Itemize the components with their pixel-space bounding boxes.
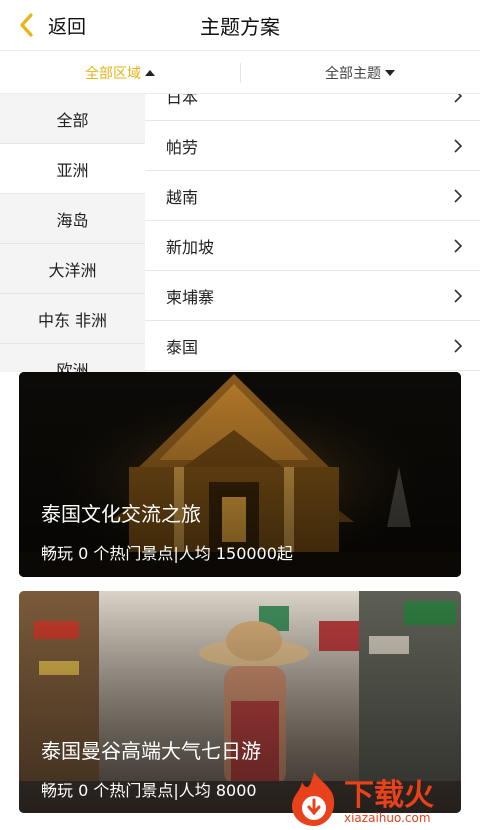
country-item[interactable]: 帕劳 (145, 121, 480, 171)
card-title: 泰国文化交流之旅 (41, 502, 201, 526)
region-item[interactable]: 海岛 (0, 194, 145, 244)
chevron-right-icon (454, 139, 462, 153)
chevron-right-icon (454, 339, 462, 353)
region-item[interactable]: 欧洲 (0, 344, 145, 373)
flame-logo-icon (292, 772, 335, 826)
caret-up-icon (145, 70, 155, 76)
filter-bar: 全部区域 全部主题 (0, 50, 480, 94)
filter-area-label: 全部区域 (85, 66, 141, 82)
country-label: 新加坡 (166, 237, 215, 257)
country-label: 越南 (166, 187, 199, 207)
chevron-right-icon (454, 94, 462, 103)
watermark-text: 下载火 (344, 778, 434, 813)
region-dropdown: 全部 亚洲 海岛 大洋洲 中东 非洲 欧洲 日本 帕劳 越南 新加坡 柬埔寨 泰… (0, 94, 480, 372)
watermark: 下载火 xiazaihuo.com (284, 766, 480, 830)
country-list[interactable]: 日本 帕劳 越南 新加坡 柬埔寨 泰国 (145, 94, 480, 371)
chevron-right-icon (454, 289, 462, 303)
card-subtitle: 畅玩 0 个热门景点|人均 150000起 (41, 544, 293, 563)
chevron-right-icon (454, 189, 462, 203)
country-label: 日本 (166, 94, 199, 107)
country-item[interactable]: 新加坡 (145, 221, 480, 271)
filter-theme-tab[interactable]: 全部主题 (240, 51, 480, 95)
region-list[interactable]: 全部 亚洲 海岛 大洋洲 中东 非洲 欧洲 (0, 94, 145, 372)
page-title: 主题方案 (200, 15, 280, 39)
theme-card[interactable]: 泰国文化交流之旅 畅玩 0 个热门景点|人均 150000起 (19, 372, 461, 577)
card-subtitle: 畅玩 0 个热门景点|人均 8000 (41, 781, 257, 800)
country-item[interactable]: 日本 (145, 94, 480, 121)
chevron-right-icon (454, 239, 462, 253)
watermark-url: xiazaihuo.com (344, 811, 431, 825)
country-label: 泰国 (166, 337, 199, 357)
region-item[interactable]: 全部 (0, 94, 145, 144)
region-item[interactable]: 大洋洲 (0, 244, 145, 294)
country-item[interactable]: 泰国 (145, 321, 480, 371)
country-item[interactable]: 越南 (145, 171, 480, 221)
country-label: 帕劳 (166, 137, 199, 157)
region-item[interactable]: 中东 非洲 (0, 294, 145, 344)
top-nav-bar: 返回 主题方案 (0, 0, 480, 50)
filter-area-tab[interactable]: 全部区域 (0, 51, 240, 95)
card-title: 泰国曼谷高端大气七日游 (41, 739, 261, 763)
country-item[interactable]: 柬埔寨 (145, 271, 480, 321)
filter-theme-label: 全部主题 (325, 66, 381, 82)
region-item-selected[interactable]: 亚洲 (0, 144, 145, 194)
country-label: 柬埔寨 (166, 287, 215, 307)
caret-down-icon (385, 70, 395, 76)
